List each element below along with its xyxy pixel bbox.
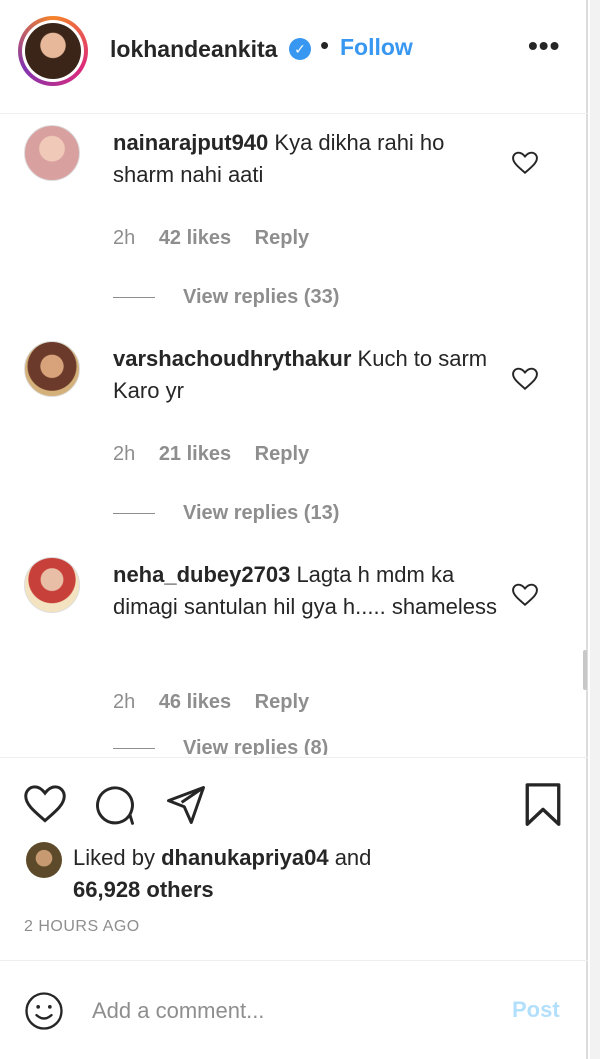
post-panel: lokhandeankita ✓ • Follow ••• nainarajpu… <box>0 0 588 1059</box>
post-actions: Liked by dhanukapriya04 and 66,928 other… <box>0 757 588 959</box>
commenter-avatar[interactable] <box>24 125 80 181</box>
post-timestamp: 2 HOURS AGO <box>24 918 140 935</box>
post-header: lokhandeankita ✓ • Follow ••• <box>0 0 588 114</box>
comments-list[interactable]: nainarajput940 Kya dikha rahi ho sharm n… <box>0 115 588 755</box>
follow-button[interactable]: Follow <box>340 34 413 61</box>
view-replies-button[interactable]: View replies (13) <box>183 502 339 524</box>
commenter-username[interactable]: neha_dubey2703 <box>113 562 290 587</box>
comment-like-icon[interactable] <box>512 151 538 175</box>
comment-time: 2h <box>113 691 136 713</box>
commenter-username[interactable]: varshachoudhrythakur <box>113 346 351 371</box>
author-avatar[interactable] <box>18 16 88 86</box>
replies-divider <box>113 513 155 515</box>
replies-divider <box>113 748 155 750</box>
verified-badge-icon: ✓ <box>289 38 311 60</box>
comment-likes[interactable]: 21 likes <box>159 443 231 465</box>
reply-button[interactable]: Reply <box>255 691 309 713</box>
comment-likes[interactable]: 42 likes <box>159 227 231 249</box>
add-comment-bar: Post <box>0 960 588 1059</box>
comment-input[interactable] <box>92 993 472 1029</box>
liked-by-avatar[interactable] <box>26 842 62 878</box>
comment-likes[interactable]: 46 likes <box>159 691 231 713</box>
reply-button[interactable]: Reply <box>255 443 309 465</box>
share-icon[interactable] <box>164 784 208 826</box>
author-avatar-photo <box>25 23 81 79</box>
comment-like-icon[interactable] <box>512 583 538 607</box>
bookmark-icon[interactable] <box>522 782 564 828</box>
comment-icon[interactable] <box>94 784 136 826</box>
emoji-icon[interactable] <box>24 991 64 1031</box>
reply-button[interactable]: Reply <box>255 227 309 249</box>
view-replies-button[interactable]: View replies (33) <box>183 286 339 308</box>
comment-time: 2h <box>113 227 136 249</box>
replies-divider <box>113 297 155 299</box>
post-comment-button[interactable]: Post <box>512 997 560 1023</box>
view-replies-button[interactable]: View replies (8) <box>183 737 328 755</box>
liked-by-username[interactable]: dhanukapriya04 <box>161 845 329 870</box>
commenter-avatar[interactable] <box>24 341 80 397</box>
comment-time: 2h <box>113 443 136 465</box>
likes-count[interactable]: 66,928 others <box>73 877 214 902</box>
more-options-button[interactable]: ••• <box>528 30 560 62</box>
header-separator: • <box>320 30 330 60</box>
comments-scrollbar[interactable] <box>583 650 587 690</box>
comment-like-icon[interactable] <box>512 367 538 391</box>
heart-icon[interactable] <box>24 784 66 824</box>
commenter-avatar[interactable] <box>24 557 80 613</box>
window-edge <box>590 0 600 1059</box>
commenter-username[interactable]: nainarajput940 <box>113 130 268 155</box>
author-username[interactable]: lokhandeankita <box>110 36 277 63</box>
likes-summary: Liked by dhanukapriya04 and 66,928 other… <box>73 845 372 902</box>
